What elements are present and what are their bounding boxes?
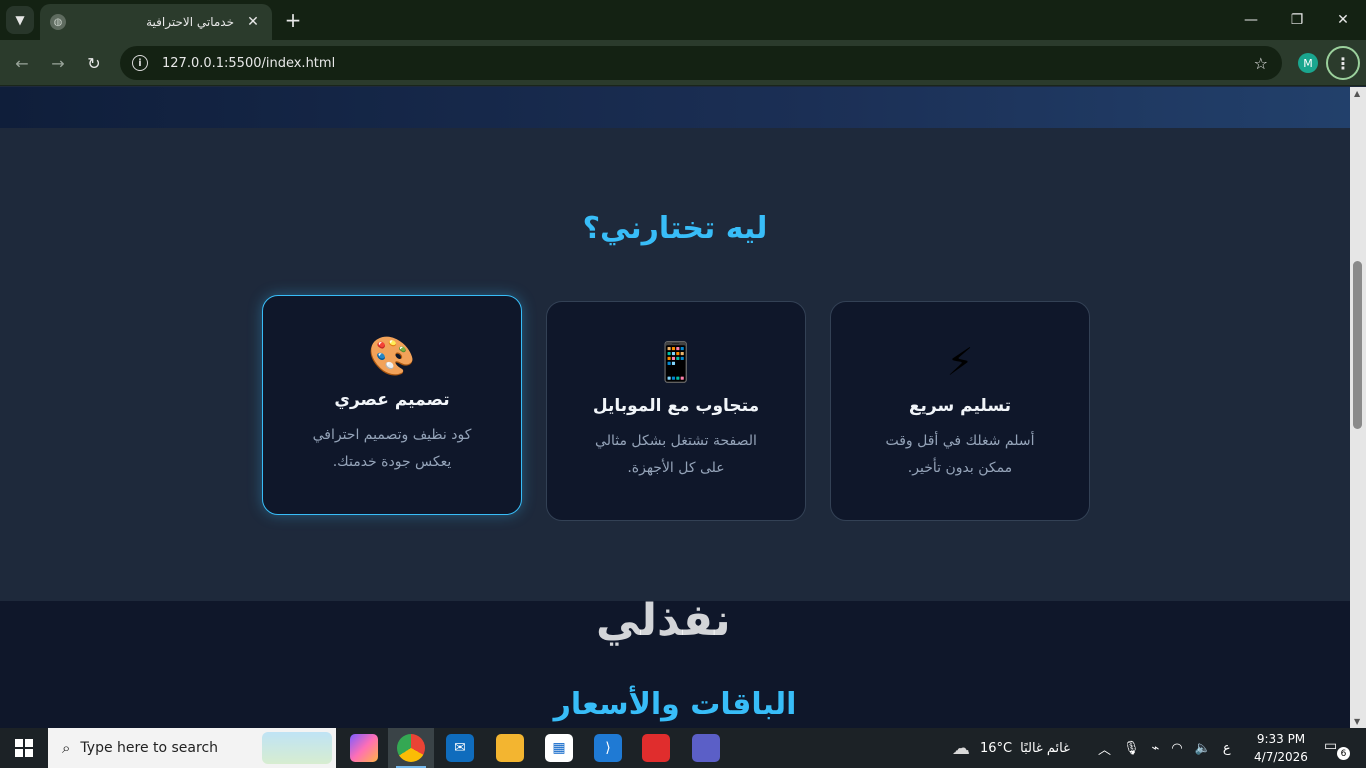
feature-card-title: تسليم سريع [908,396,1012,416]
time-text: 9:33 PM [1256,732,1306,746]
outlook-icon[interactable]: ✉ [446,734,474,762]
wifi-icon[interactable]: ◠ [1171,741,1182,756]
tab-title: خدماتي الاحترافية [146,15,234,29]
close-window-button[interactable]: ✕ [1320,0,1366,40]
browser-tab[interactable]: ◍ خدماتي الاحترافية ✕ [40,4,272,40]
url-text[interactable]: 127.0.0.1:5500/index.html [162,56,335,71]
feature-card-fast-delivery[interactable]: ⚡ تسليم سريع أسلم شغلك في أقل وقت ممكن ب… [830,301,1090,521]
browser-menu-icon[interactable]: ⋮ [1326,46,1360,80]
windows-taskbar: ⌕ Type here to search ✉ ▦ ⟩ ☁ 16°C غائم … [0,728,1366,768]
network-icon[interactable]: ⌁ [1152,741,1160,756]
start-button[interactable] [0,728,48,768]
restore-button[interactable]: ❐ [1274,0,1320,40]
weather-widget[interactable]: ☁ 16°C غائم غالبًا [952,728,1070,768]
chevron-down-icon: ▼ [15,13,25,27]
tab-search-button[interactable]: ▼ [6,6,34,34]
chevron-up-icon[interactable]: ︿ [1098,739,1111,758]
app-icon[interactable] [642,734,670,762]
feature-card-title: متجاوب مع الموبايل [592,396,760,416]
taskbar-search-box[interactable]: ⌕ Type here to search [48,728,336,768]
search-highlight-image [262,732,332,764]
feature-card-responsive[interactable]: 📱 متجاوب مع الموبايل الصفحة تشتغل بشكل م… [546,301,806,521]
language-indicator[interactable]: ع [1223,741,1231,756]
date-text: 4/7/2026 [1254,750,1308,764]
vscode-icon[interactable]: ⟩ [594,734,622,762]
weather-desc: غائم غالبًا [1020,740,1070,756]
search-icon: ⌕ [62,739,71,757]
mobile-phone-icon: 📱 [652,340,700,384]
taskbar-clock[interactable]: 9:33 PM 4/7/2026 [1248,730,1314,766]
copilot-icon[interactable] [350,734,378,762]
file-explorer-icon[interactable] [496,734,524,762]
profile-avatar[interactable]: M [1298,53,1318,73]
feature-card-desc: أسلم شغلك في أقل وقت ممكن بدون تأخير. [885,433,1035,476]
notification-count-badge: 6 [1337,747,1350,760]
feature-card-desc: كود نظيف وتصميم احترافي يعكس جودة خدمتك. [312,427,472,470]
chrome-icon[interactable] [397,734,425,762]
feature-card-desc: الصفحة تشتغل بشكل مثالي على كل الأجهزة. [595,433,757,476]
scrollbar-thumb[interactable] [1353,261,1362,429]
scroll-down-icon[interactable]: ▼ [1354,717,1360,726]
microsoft-store-icon[interactable]: ▦ [545,734,573,762]
reload-icon[interactable]: ↻ [82,51,106,75]
feature-card-modern-design[interactable]: 🎨 تصميم عصري كود نظيف وتصميم احترافي يعك… [262,295,522,515]
bookmark-star-icon[interactable]: ☆ [1254,54,1268,73]
browser-toolbar: ← → ↻ i 127.0.0.1:5500/index.html ☆ [0,40,1366,86]
new-tab-button[interactable]: + [282,8,304,32]
search-placeholder: Type here to search [80,740,219,756]
feature-card-title: تصميم عصري [334,390,450,410]
palette-icon: 🎨 [368,334,416,378]
pricing-section-title: الباقات والأسعار [553,687,797,722]
browser-tab-bar: ▼ ◍ خدماتي الاحترافية ✕ + — ❐ ✕ [0,0,1366,40]
hero-section-bottom [0,87,1350,128]
teams-icon[interactable] [692,734,720,762]
page-scrollbar[interactable]: ▲ ▼ [1350,87,1366,728]
notification-icon[interactable]: ▭ 6 [1324,738,1350,760]
cloudy-weather-icon: ☁ [952,737,970,759]
microphone-icon[interactable]: 🎙 [1123,741,1140,756]
volume-icon[interactable]: 🔈 [1195,741,1211,756]
address-bar[interactable]: i 127.0.0.1:5500/index.html ☆ [120,46,1282,80]
watermark-logo: نفذلي [596,595,731,646]
system-tray: ︿ 🎙 ⌁ ◠ 🔈 ع [1098,728,1231,768]
lightning-icon: ⚡ [946,340,974,384]
minimize-button[interactable]: — [1228,0,1274,40]
forward-arrow-icon[interactable]: → [46,51,70,75]
back-arrow-icon[interactable]: ← [10,51,34,75]
scroll-up-icon[interactable]: ▲ [1354,89,1360,98]
site-info-icon[interactable]: i [132,55,148,71]
close-tab-icon[interactable]: ✕ [244,14,262,30]
weather-temp: 16°C [980,740,1013,756]
windows-logo-icon [15,739,33,757]
why-section-title: ليه تختارني؟ [582,211,768,246]
globe-icon: ◍ [50,14,66,30]
